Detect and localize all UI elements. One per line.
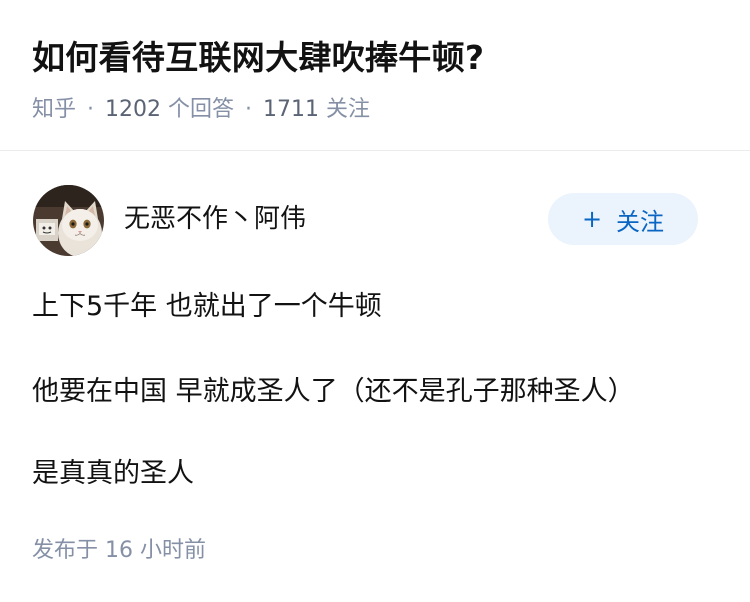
answer-text-line: 是真真的圣人 [32,458,194,489]
answer-text-line: 上下5千年 也就出了一个牛顿 [32,291,382,322]
meta-separator: · [245,97,253,122]
follow-button[interactable]: + 关注 [548,193,698,245]
publish-time[interactable]: 发布于 16 小时前 [32,536,206,566]
meta-separator: · [87,97,95,122]
plus-icon: + [581,205,603,233]
follower-count: 1711 [263,97,320,122]
follow-button-label: 关注 [616,207,665,236]
answer-card: 无恶不作丶阿伟 + 关注 上下5千年 也就出了一个牛顿 他要在中国 早就成圣人了… [0,151,750,602]
author-name[interactable]: 无恶不作丶阿伟 [124,201,306,237]
question-header: 如何看待互联网大肆吹捧牛顿? 知乎 · 1202 个回答 · 1711 关注 [0,0,750,151]
answer-count-label: 个回答 [168,97,235,122]
author-avatar[interactable] [33,185,104,256]
answer-text-line: 他要在中国 早就成圣人了（还不是孔子那种圣人） [32,376,635,407]
question-title[interactable]: 如何看待互联网大肆吹捧牛顿? [32,36,484,80]
cat-avatar-icon [33,185,104,256]
question-meta: 知乎 · 1202 个回答 · 1711 关注 [32,95,370,125]
answer-count: 1202 [105,97,162,122]
source-label[interactable]: 知乎 [32,97,76,122]
follower-count-label: 关注 [326,97,371,122]
